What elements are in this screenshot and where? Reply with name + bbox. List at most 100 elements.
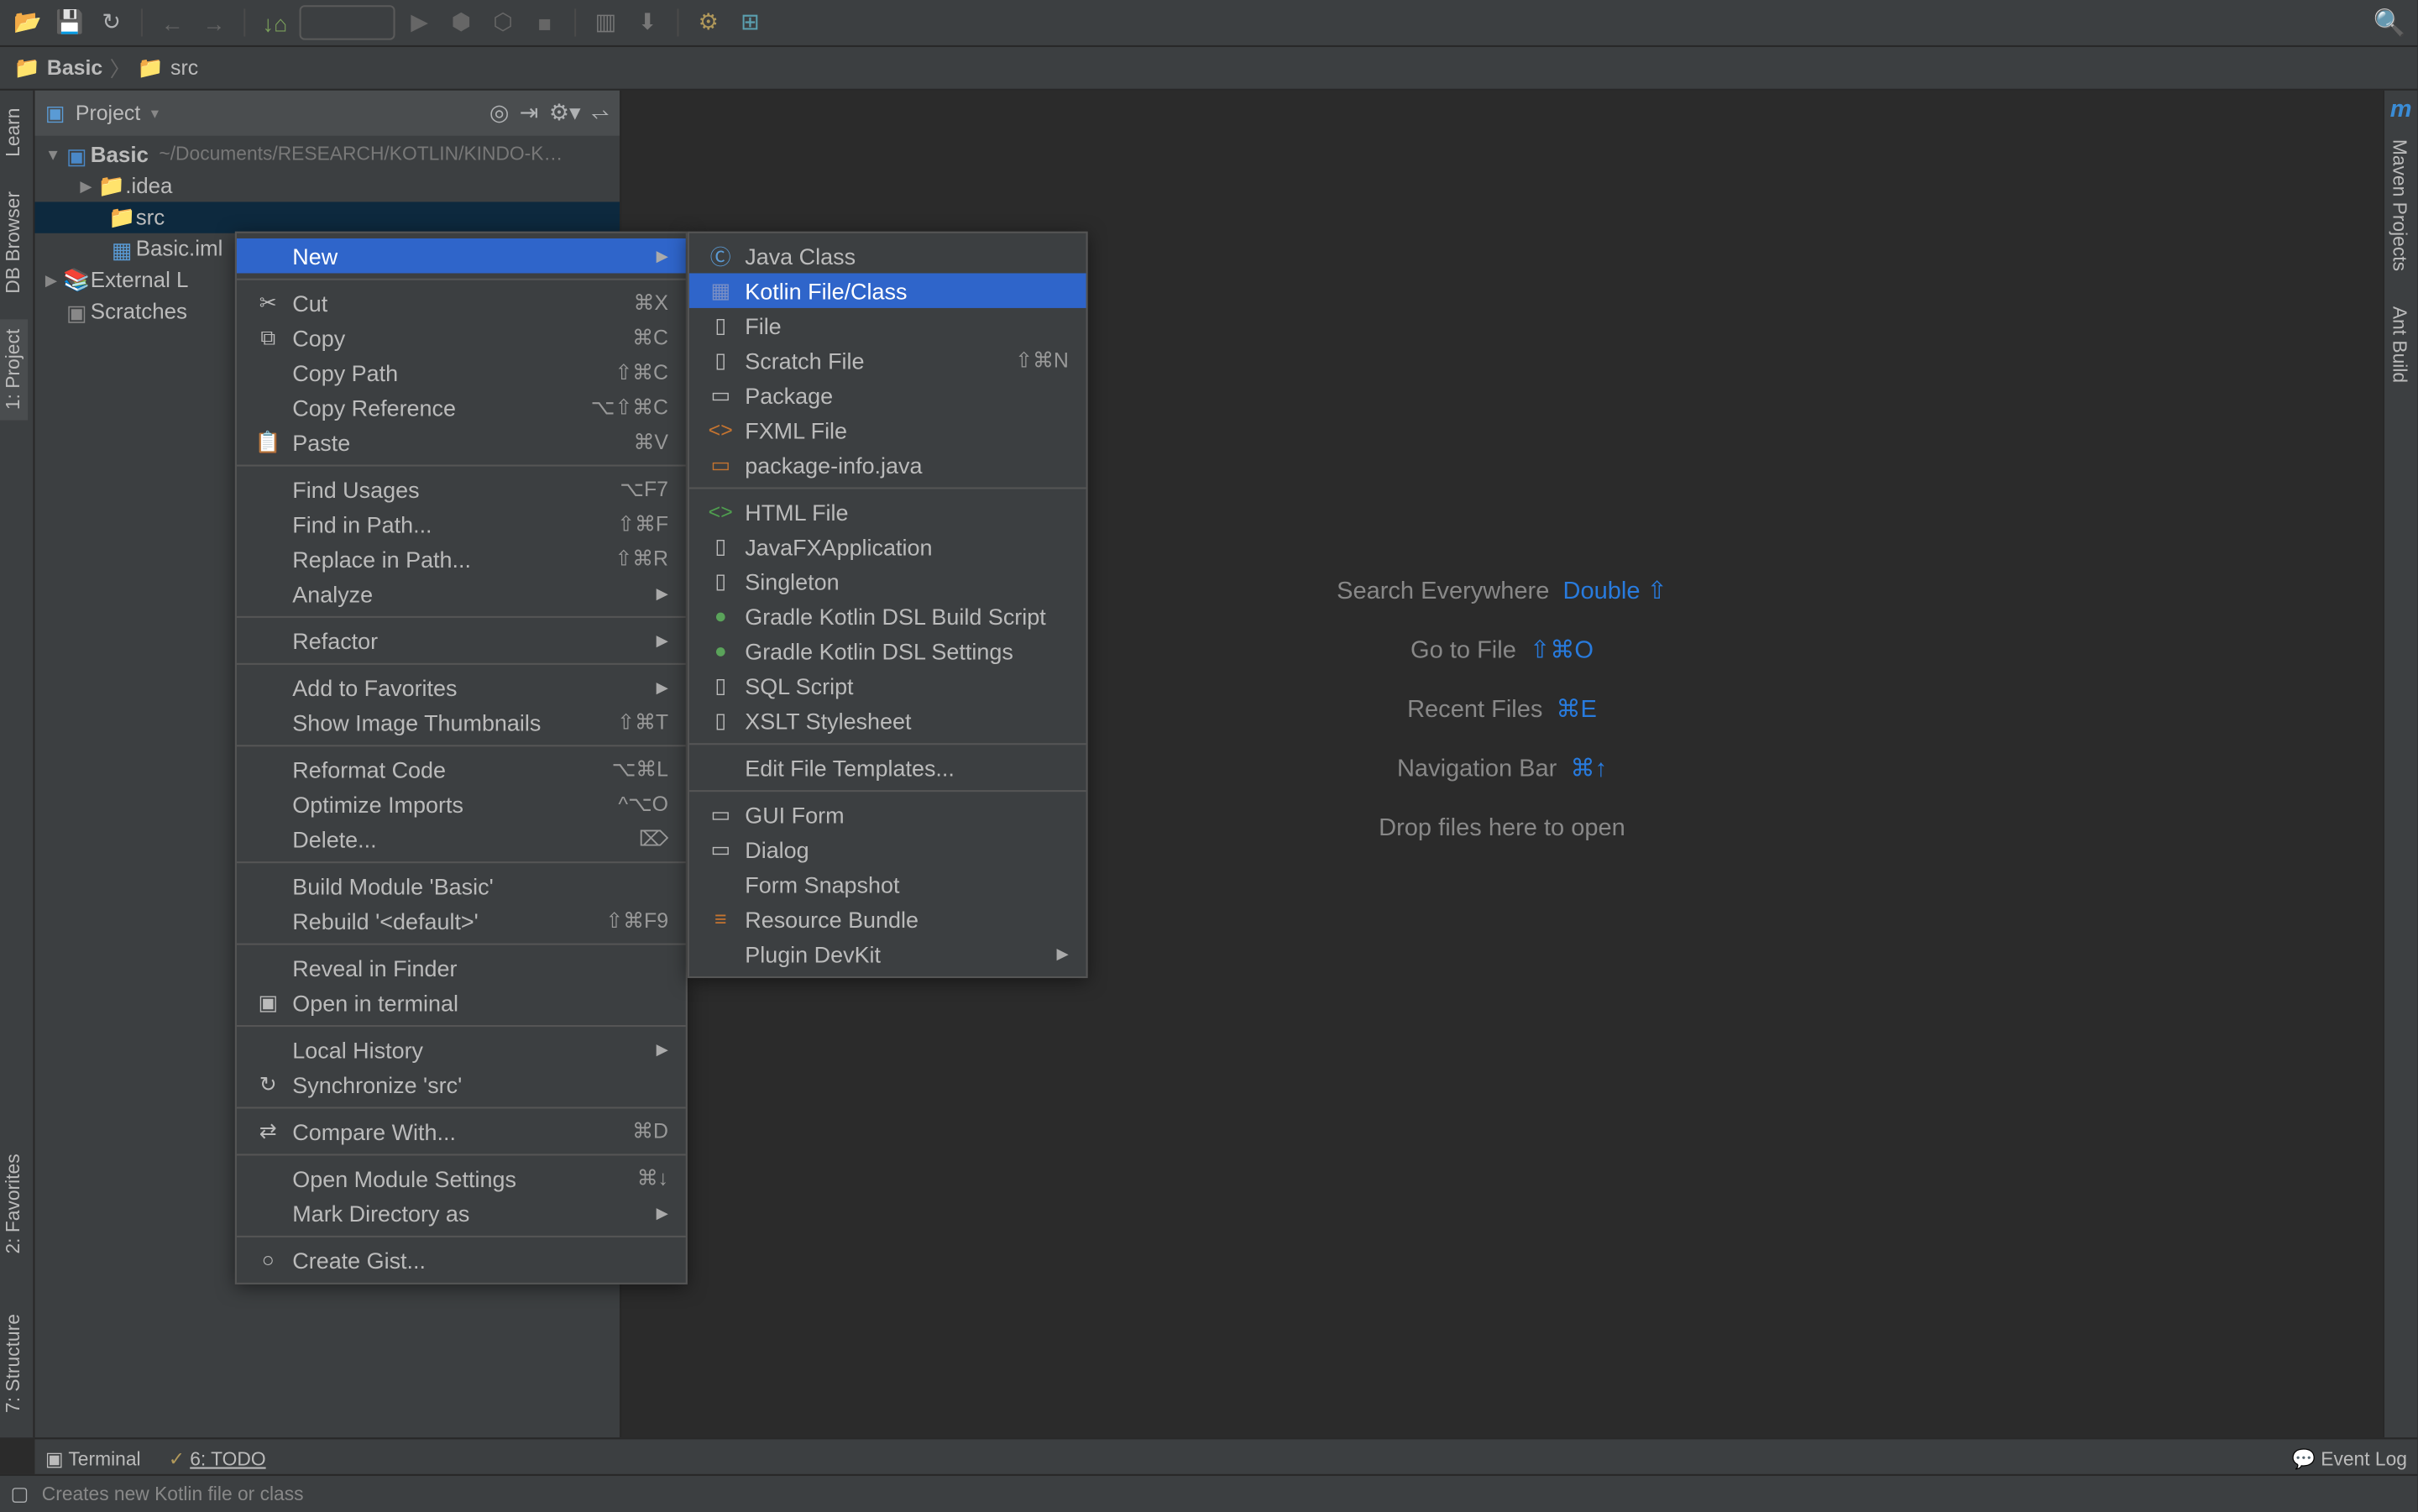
menu-item-fxml-file[interactable]: <>FXML File [689,412,1086,447]
▯-icon: ▯ [707,709,735,733]
tree-item-idea[interactable]: ▶ 📁 .idea [34,170,620,201]
menu-item-open-in-terminal[interactable]: ▣Open in terminal [237,985,686,1019]
collapse-icon[interactable]: ⇥ [520,99,539,127]
hide-icon[interactable]: ⥋ [591,99,610,127]
menu-item-find-usages[interactable]: Find Usages⌥F7 [237,472,686,506]
menu-item-html-file[interactable]: <>HTML File [689,494,1086,529]
run-icon[interactable]: ▶ [402,5,437,39]
menu-item-dialog[interactable]: ▭Dialog [689,832,1086,866]
breadcrumb-item[interactable]: 📁 Basic [14,55,103,80]
undo-icon[interactable]: ← [154,5,189,39]
target-icon[interactable]: ◎ [489,99,510,127]
tree-item-src[interactable]: 📁 src [34,201,620,233]
menu-item-rebuild-default[interactable]: Rebuild '<default>'⇧⌘F9 [237,903,686,938]
menu-item-copy-reference[interactable]: Copy Reference⌥⇧⌘C [237,390,686,424]
menu-item-mark-directory-as[interactable]: Mark Directory as▶ [237,1195,686,1230]
dropdown-icon[interactable]: ▾ [151,103,159,123]
menu-item-singleton[interactable]: ▯Singleton [689,564,1086,599]
menu-item-analyze[interactable]: Analyze▶ [237,576,686,610]
menu-item-cut[interactable]: ✂Cut⌘X [237,285,686,320]
menu-item-local-history[interactable]: Local History▶ [237,1032,686,1066]
search-icon[interactable]: 🔍 [2372,5,2406,39]
tab-maven[interactable]: Maven Projects [2384,128,2412,281]
stop-icon[interactable]: ■ [527,5,562,39]
sync-icon[interactable]: ↻ [94,5,128,39]
menu-item-refactor[interactable]: Refactor▶ [237,623,686,657]
save-icon[interactable]: 💾 [52,5,86,39]
redo-icon[interactable]: → [196,5,231,39]
menu-item-create-gist[interactable]: ○Create Gist... [237,1243,686,1277]
menu-item-copy[interactable]: ⧉Copy⌘C [237,320,686,354]
tab-project[interactable]: 1: Project [0,318,28,420]
tree-root[interactable]: ▼ ▣ Basic ~/Documents/RESEARCH/KOTLIN/KI… [34,139,620,170]
menu-item-xslt-stylesheet[interactable]: ▯ XSLT Stylesheet [689,703,1086,737]
menu-item-gui-form[interactable]: ▭GUI Form [689,797,1086,831]
menu-item-synchronize-src[interactable]: ↻Synchronize 'src' [237,1067,686,1101]
menu-item-optimize-imports[interactable]: Optimize Imports^⌥O [237,787,686,821]
menu-item-javafxapplication[interactable]: ▯JavaFXApplication [689,529,1086,563]
menu-item-add-to-favorites[interactable]: Add to Favorites▶ [237,670,686,704]
maven-m-icon[interactable]: m [2388,94,2414,122]
chevron-down-icon[interactable]: ▼ [45,146,63,164]
menu-item-compare-with[interactable]: ⇄Compare With...⌘D [237,1114,686,1148]
menu-item-file[interactable]: ▯File [689,308,1086,343]
menu-item-gradle-kotlin-dsl-settings[interactable]: ●Gradle Kotlin DSL Settings [689,634,1086,668]
menu-separator [237,944,686,945]
menu-item-gradle-kotlin-dsl-build-script[interactable]: ●Gradle Kotlin DSL Build Script [689,599,1086,633]
layout-icon[interactable]: ▥ [589,5,623,39]
menu-item-reformat-code[interactable]: Reformat Code⌥⌘L [237,752,686,787]
menu-item-java-class[interactable]: ⒸJava Class [689,238,1086,273]
menu-item-package-info-java[interactable]: ▭package-info.java [689,447,1086,482]
menu-item-find-in-path[interactable]: Find in Path...⇧⌘F [237,506,686,541]
menu-item-reveal-in-finder[interactable]: Reveal in Finder [237,950,686,985]
run-config-combo[interactable] [300,5,395,39]
structure-icon[interactable]: ⊞ [733,5,767,39]
menu-separator [237,745,686,746]
menu-item-paste[interactable]: 📋Paste⌘V [237,425,686,459]
bottom-tool-tabs: ▣ Terminal ✓ 6: TODO 💬 Event Log [34,1437,2417,1478]
breadcrumb-item[interactable]: 📁 src [138,55,198,80]
menu-item-resource-bundle[interactable]: ≡Resource Bundle [689,902,1086,936]
menu-item-open-module-settings[interactable]: Open Module Settings⌘↓ [237,1161,686,1195]
menu-item-replace-in-path[interactable]: Replace in Path...⇧⌘R [237,541,686,576]
project-title[interactable]: Project [76,101,140,125]
menu-item-new[interactable]: New▶ [237,238,686,273]
menu-separator [689,790,1086,792]
menu-label: GUI Form [745,802,1069,828]
window-icon[interactable]: ▢ [10,1483,41,1505]
coverage-icon[interactable]: ⬡ [485,5,520,39]
menu-item-sql-script[interactable]: ▯SQL Script [689,668,1086,703]
chevron-right-icon[interactable]: ▶ [80,176,97,196]
status-text: Creates new Kotlin file or class [42,1483,304,1504]
menu-item-edit-file-templates[interactable]: Edit File Templates... [689,750,1086,784]
tab-favorites[interactable]: 2: Favorites [0,1143,28,1263]
menu-item-kotlin-file-class[interactable]: ▦Kotlin File/Class [689,273,1086,307]
build-icon[interactable]: ↓⌂ [258,5,292,39]
menu-item-scratch-file[interactable]: ▯Scratch File⇧⌘N [689,343,1086,377]
menu-item-plugin-devkit[interactable]: Plugin DevKit▶ [689,936,1086,971]
tab-learn[interactable]: Learn [0,97,28,167]
menu-item-build-module-basic[interactable]: Build Module 'Basic' [237,868,686,902]
chevron-right-icon[interactable]: ▶ [45,270,63,290]
gear-icon[interactable]: ⚙▾ [549,99,581,127]
tab-structure[interactable]: 7: Structure [0,1304,28,1424]
tab-terminal[interactable]: ▣ Terminal [45,1447,141,1470]
tab-ant[interactable]: Ant Build [2384,296,2412,393]
shortcut: ^⌥O [618,792,668,816]
tab-db-browser[interactable]: DB Browser [0,181,28,305]
menu-item-show-image-thumbnails[interactable]: Show Image Thumbnails⇧⌘T [237,705,686,740]
tab-eventlog[interactable]: 💬 Event Log [2291,1447,2406,1470]
layout2-icon[interactable]: ⬇ [630,5,664,39]
menu-item-form-snapshot[interactable]: Form Snapshot [689,866,1086,901]
menu-label: XSLT Stylesheet [745,708,1069,734]
debug-icon[interactable]: ⬢ [444,5,479,39]
menu-item-delete[interactable]: Delete...⌦ [237,821,686,855]
tab-todo[interactable]: ✓ 6: TODO [169,1447,266,1470]
balloon-icon: 💬 [2291,1449,2315,1470]
menu-label: Analyze [292,580,646,606]
open-icon[interactable]: 📂 [10,5,44,39]
▣-icon: ▣ [254,991,282,1015]
settings-icon[interactable]: ⚙ [691,5,725,39]
menu-item-package[interactable]: ▭Package [689,378,1086,412]
menu-item-copy-path[interactable]: Copy Path⇧⌘C [237,355,686,390]
